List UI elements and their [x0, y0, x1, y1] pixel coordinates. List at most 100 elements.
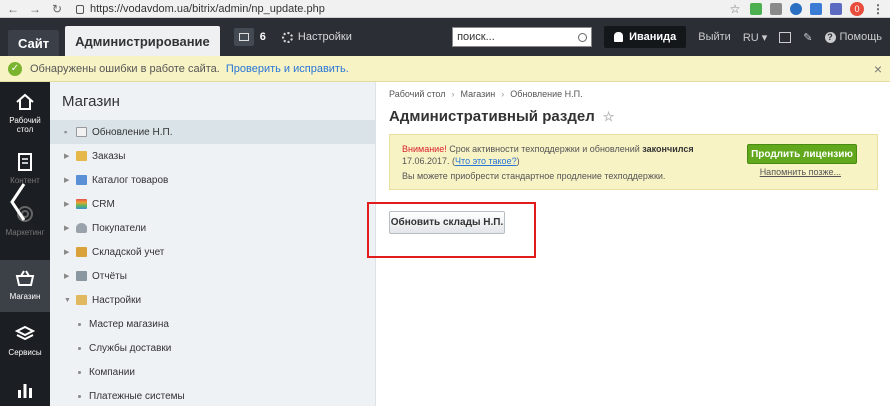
- extension-icon[interactable]: [790, 2, 802, 15]
- breadcrumb-item[interactable]: Рабочий стол: [389, 89, 446, 99]
- sidebar-item-label: Компании: [89, 366, 135, 378]
- chevron-left-icon[interactable]: [4, 170, 32, 234]
- sidebar-item-reports[interactable]: ▶ Отчёты: [50, 264, 375, 288]
- sidebar-subitem-delivery[interactable]: Службы доставки: [50, 336, 375, 360]
- menu-item-services[interactable]: Сервисы: [0, 324, 50, 368]
- tab-site[interactable]: Сайт: [8, 30, 60, 56]
- page-icon: [76, 127, 87, 137]
- sidebar-item-np-update[interactable]: ▪ Обновление Н.П.: [50, 120, 375, 144]
- sidebar-item-orders[interactable]: ▶ Заказы: [50, 144, 375, 168]
- sidebar-item-label: Складской учет: [92, 246, 165, 258]
- reports-icon: [76, 271, 87, 281]
- breadcrumb-item[interactable]: Обновление Н.П.: [510, 89, 582, 99]
- renew-license-button[interactable]: Продлить лицензию: [747, 144, 857, 164]
- sidebar-item-settings[interactable]: ▼ Настройки: [50, 288, 375, 312]
- bullet-icon: [78, 346, 81, 350]
- breadcrumb-item[interactable]: Магазин: [461, 89, 496, 99]
- user-name: Иванида: [629, 31, 677, 43]
- breadcrumb-separator: ›: [501, 89, 505, 99]
- chevron-right-icon[interactable]: ▶: [64, 152, 74, 160]
- sidebar-item-label: Отчёты: [92, 270, 127, 282]
- language-selector[interactable]: RU ▾: [743, 31, 767, 44]
- forward-arrow-icon[interactable]: →: [28, 2, 42, 16]
- chevron-down-icon[interactable]: ▼: [64, 297, 74, 304]
- sidebar-item-label: Каталог товаров: [92, 174, 169, 186]
- profile-avatar[interactable]: 0: [850, 1, 864, 16]
- help-label: Помощь: [839, 31, 883, 43]
- tab-administration[interactable]: Администрирование: [65, 26, 220, 56]
- chevron-right-icon[interactable]: ▶: [64, 200, 74, 208]
- sidebar-subitem-shop-wizard[interactable]: Мастер магазина: [50, 312, 375, 336]
- chevron-right-icon[interactable]: ▶: [64, 272, 74, 280]
- bookmark-star-icon[interactable]: ☆: [728, 2, 742, 16]
- extension-icon[interactable]: [810, 2, 822, 15]
- logout-link[interactable]: Выйти: [698, 31, 731, 43]
- license-warning-box: Внимание! Срок активности техподдержки и…: [389, 134, 878, 190]
- license-date: 17.06.2017. (: [402, 156, 456, 166]
- sidebar-item-label: Заказы: [92, 150, 126, 162]
- lock-icon: [76, 5, 84, 14]
- window-icon[interactable]: [779, 31, 792, 43]
- main-menu: Рабочий стол Контент Маркетинг Магазин С…: [0, 82, 50, 406]
- license-expired-word: закончился: [642, 144, 694, 154]
- menu-item-shop[interactable]: Магазин: [0, 260, 50, 312]
- search-icon[interactable]: [578, 32, 588, 42]
- chevron-right-icon[interactable]: ▶: [64, 176, 74, 184]
- sidebar-item-label: Мастер магазина: [89, 318, 169, 330]
- sidebar-item-catalog[interactable]: ▶ Каталог товаров: [50, 168, 375, 192]
- sidebar-item-warehouse[interactable]: ▶ Складской учет: [50, 240, 375, 264]
- home-icon: [16, 93, 34, 110]
- sidebar-item-label: Службы доставки: [89, 342, 172, 354]
- menu-item-label: Рабочий стол: [9, 116, 41, 134]
- document-icon: [18, 153, 32, 171]
- bullet-icon: [78, 394, 81, 398]
- license-renewal-text: Вы можете приобрести стандартное продлен…: [402, 171, 666, 181]
- remind-later-link[interactable]: Напомнить позже...: [760, 167, 841, 177]
- user-button[interactable]: Иванида: [604, 26, 687, 48]
- menu-item-desktop[interactable]: Рабочий стол: [0, 92, 50, 144]
- sidebar-tree: Магазин ▪ Обновление Н.П. ▶ Заказы ▶ Кат…: [50, 82, 376, 406]
- what-is-this-link[interactable]: Что это такое?: [455, 156, 517, 166]
- address-bar[interactable]: https://vodavdom.ua/bitrix/admin/np_upda…: [76, 3, 325, 15]
- extension-icon[interactable]: [770, 2, 782, 15]
- sidebar-item-label: Покупатели: [92, 222, 147, 234]
- settings-button[interactable]: Настройки: [281, 31, 352, 43]
- url-text: https://vodavdom.ua/bitrix/admin/np_upda…: [90, 2, 325, 15]
- language-label: RU: [742, 31, 759, 44]
- sidebar-item-crm[interactable]: ▶ CRM: [50, 192, 375, 216]
- reload-icon[interactable]: ↻: [50, 2, 64, 16]
- license-warning-text: Внимание! Срок активности техподдержки и…: [402, 143, 722, 167]
- favorite-star-icon[interactable]: ☆: [603, 109, 615, 125]
- site-errors-bar: ✓ Обнаружены ошибки в работе сайта. Пров…: [0, 56, 890, 82]
- notifications-button[interactable]: 6: [233, 28, 266, 46]
- page-title-text: Административный раздел: [389, 108, 595, 125]
- back-arrow-icon[interactable]: ←: [6, 2, 20, 16]
- close-icon[interactable]: ×: [874, 61, 882, 77]
- browser-toolbar: ← → ↻ https://vodavdom.ua/bitrix/admin/n…: [0, 0, 890, 18]
- basket-icon: [15, 270, 35, 286]
- pin-icon[interactable]: ✎: [803, 31, 812, 44]
- sidebar-item-label: CRM: [92, 198, 115, 210]
- gear-icon: [281, 31, 293, 43]
- license-close-paren: ): [516, 156, 520, 166]
- extension-icon[interactable]: [750, 2, 762, 15]
- extension-icon[interactable]: [830, 2, 842, 15]
- sidebar-subitem-payment-systems[interactable]: Платежные системы: [50, 384, 375, 406]
- breadcrumb-separator: ›: [451, 89, 455, 99]
- admin-top-panel: Сайт Администрирование 6 Настройки поиск…: [0, 18, 890, 56]
- layers-icon: [15, 325, 35, 341]
- sidebar-subitem-companies[interactable]: Компании: [50, 360, 375, 384]
- menu-item-analytics[interactable]: [0, 380, 50, 406]
- bullet-icon: [78, 322, 81, 326]
- check-and-fix-link[interactable]: Проверить и исправить.: [226, 63, 349, 75]
- chevron-right-icon[interactable]: ▶: [64, 224, 74, 232]
- sidebar-item-label: Платежные системы: [89, 390, 185, 402]
- sidebar-item-customers[interactable]: ▶ Покупатели: [50, 216, 375, 240]
- chevron-right-icon[interactable]: ▶: [64, 248, 74, 256]
- search-input[interactable]: поиск...: [452, 27, 593, 47]
- highlight-rectangle: [367, 202, 536, 258]
- user-icon: [614, 32, 624, 42]
- help-button[interactable]: ? Помощь: [824, 31, 883, 43]
- settings-folder-icon: [76, 295, 87, 305]
- more-menu-icon[interactable]: ⋮: [872, 2, 884, 16]
